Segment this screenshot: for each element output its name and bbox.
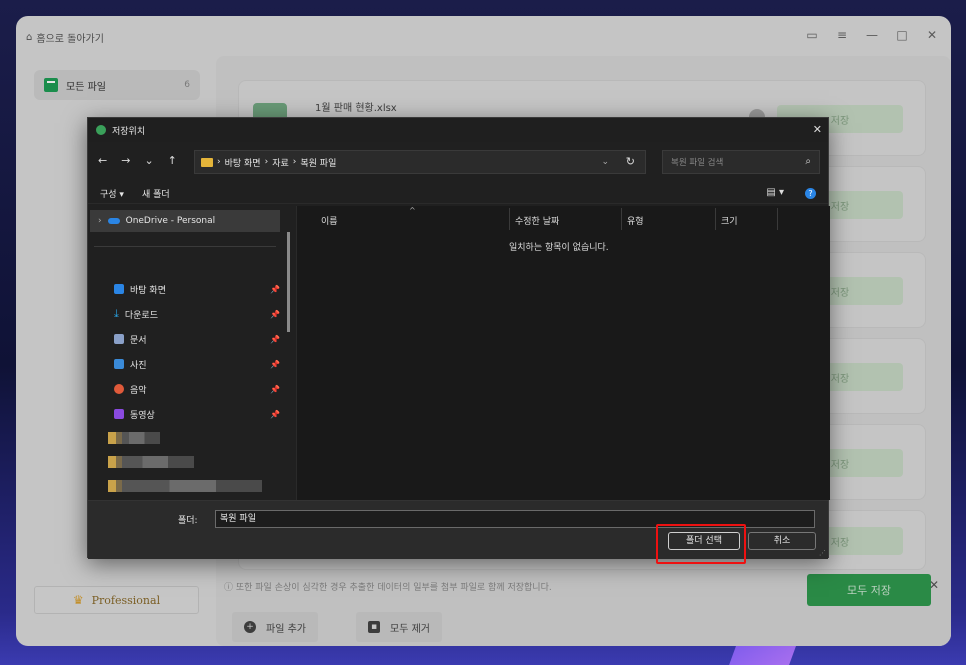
document-icon: [114, 334, 124, 344]
nav-item-downloads[interactable]: ⤓ 다운로드 📌: [114, 305, 280, 323]
pin-icon[interactable]: 📌: [270, 335, 280, 344]
chevron-down-icon[interactable]: ⌄: [601, 157, 609, 167]
up-arrow-icon[interactable]: ↑: [168, 154, 177, 167]
forward-arrow-icon[interactable]: →: [121, 154, 130, 167]
pin-icon[interactable]: 📌: [270, 385, 280, 394]
nav-item-videos[interactable]: 동영상 📌: [114, 405, 280, 423]
search-icon: ⌕: [805, 156, 811, 167]
chevron-down-icon[interactable]: ⌄: [144, 154, 153, 167]
nav-item-label: OneDrive - Personal: [125, 216, 216, 226]
dialog-title: 저장위치: [112, 126, 146, 137]
folder-icon: [201, 157, 213, 167]
dialog-footer: 폴더: 복원 파일 폴더 선택 취소 ⋰: [88, 500, 828, 564]
column-divider: [777, 208, 778, 230]
nav-buttons: ← → ⌄ ↑: [98, 154, 177, 167]
music-icon: [114, 384, 124, 394]
video-icon: [114, 409, 124, 419]
sort-caret-icon: ^: [409, 206, 416, 215]
chevron-right-icon: ›: [98, 216, 102, 226]
breadcrumb-item[interactable]: 복원 파일: [300, 156, 336, 169]
breadcrumb-separator: ›: [264, 157, 269, 167]
dialog-titlebar: 저장위치 ✕: [88, 118, 828, 142]
nav-item-label: 음악: [130, 385, 147, 396]
navigation-pane: › OneDrive - Personal 바탕 화면 📌 ⤓ 다운로드 📌 문…: [88, 206, 296, 500]
scrollbar[interactable]: [287, 232, 290, 332]
pin-icon[interactable]: 📌: [270, 410, 280, 419]
back-arrow-icon[interactable]: ←: [98, 154, 107, 167]
app-icon: [96, 125, 106, 135]
address-bar[interactable]: › 바탕 화면 › 자료 › 복원 파일 ⌄ ↻: [194, 150, 646, 174]
nav-item-label: 바탕 화면: [130, 285, 166, 296]
save-location-dialog: 저장위치 ✕ ← → ⌄ ↑ › 바탕 화면 › 자료 › 복원 파일 ⌄ ↻ …: [87, 117, 830, 564]
cloud-icon: [107, 218, 120, 224]
nav-item-onedrive[interactable]: › OneDrive - Personal: [90, 210, 280, 232]
column-divider: [509, 208, 510, 230]
nav-item-pictures[interactable]: 사진 📌: [114, 355, 280, 373]
blurred-nav-item: [108, 432, 160, 444]
help-icon[interactable]: ?: [805, 188, 816, 199]
pin-icon[interactable]: 📌: [270, 285, 280, 294]
breadcrumb-separator: ›: [217, 157, 221, 167]
view-options-icon[interactable]: ▤ ▾: [766, 187, 784, 198]
close-icon[interactable]: ✕: [813, 123, 822, 136]
column-divider: [621, 208, 622, 230]
empty-message: 일치하는 항목이 없습니다.: [509, 243, 609, 253]
pin-icon[interactable]: 📌: [270, 310, 280, 319]
nav-item-label: 다운로드: [124, 310, 158, 321]
nav-item-label: 동영상: [130, 410, 155, 421]
pictures-icon: [114, 359, 124, 369]
breadcrumb-item[interactable]: 자료: [272, 156, 289, 169]
dialog-toolbar: 구성 ▾ 새 폴더 ▤ ▾ ?: [88, 184, 828, 204]
organize-button[interactable]: 구성 ▾: [100, 187, 124, 200]
refresh-icon[interactable]: ↻: [626, 155, 635, 168]
resize-grip-icon[interactable]: ⋰: [819, 549, 826, 557]
nav-item-music[interactable]: 음악 📌: [114, 380, 280, 398]
column-header-modified[interactable]: 수정한 날짜: [515, 210, 559, 230]
select-folder-button[interactable]: 폴더 선택: [668, 532, 740, 550]
pin-icon[interactable]: 📌: [270, 360, 280, 369]
column-header-size[interactable]: 크기: [721, 210, 738, 230]
nav-item-label: 문서: [130, 335, 147, 346]
column-header-name[interactable]: 이름: [321, 210, 338, 230]
blurred-nav-item: [108, 480, 262, 492]
cancel-button[interactable]: 취소: [748, 532, 816, 550]
column-divider: [715, 208, 716, 230]
new-folder-button[interactable]: 새 폴더: [142, 187, 170, 200]
folder-label: 폴더:: [178, 516, 198, 526]
breadcrumb-separator: ›: [292, 157, 297, 167]
divider: [94, 246, 276, 247]
search-placeholder: 복원 파일 검색: [671, 158, 724, 168]
nav-item-label: 사진: [130, 360, 147, 371]
download-icon: ⤓: [114, 307, 119, 320]
navigation-row: ← → ⌄ ↑ › 바탕 화면 › 자료 › 복원 파일 ⌄ ↻ 복원 파일 검…: [88, 148, 828, 176]
blurred-nav-item: [108, 456, 194, 468]
breadcrumb-item[interactable]: 바탕 화면: [225, 156, 261, 169]
file-list: ^ 이름 수정한 날짜 유형 크기 일치하는 항목이 없습니다.: [296, 206, 830, 500]
column-header-type[interactable]: 유형: [627, 210, 644, 230]
nav-item-documents[interactable]: 문서 📌: [114, 330, 280, 348]
desktop-icon: [114, 284, 124, 294]
search-input[interactable]: 복원 파일 검색 ⌕: [662, 150, 820, 174]
nav-item-desktop[interactable]: 바탕 화면 📌: [114, 280, 280, 298]
